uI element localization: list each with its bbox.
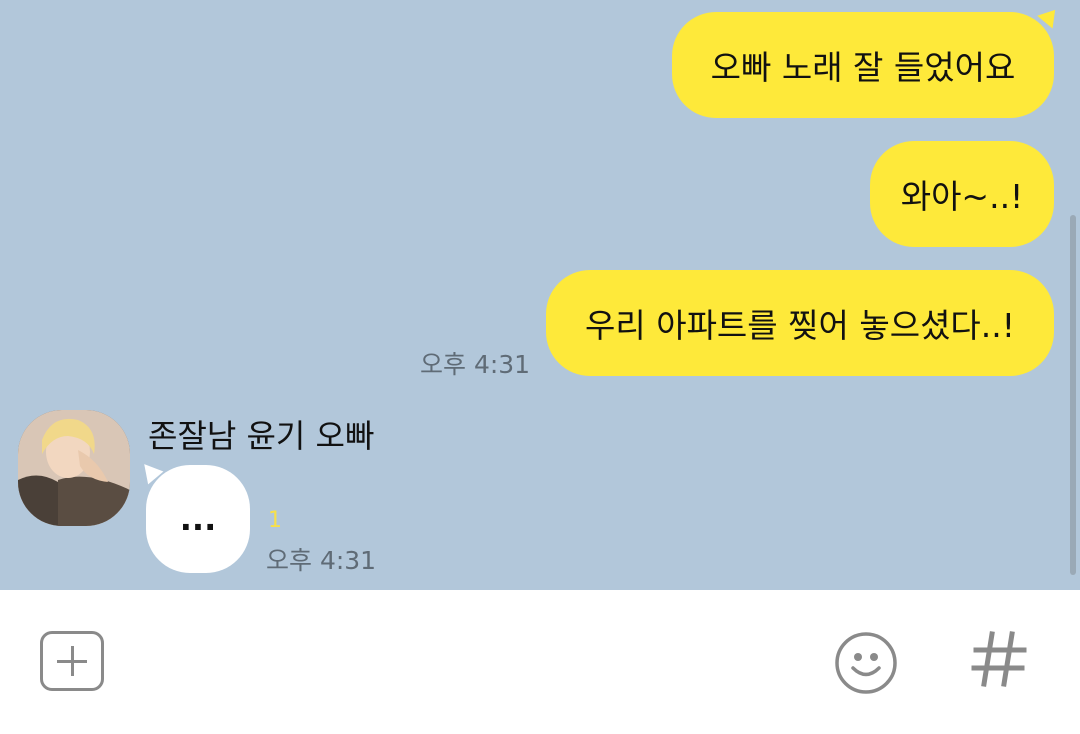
message-text: ... (179, 500, 217, 538)
hashtag-icon[interactable] (970, 628, 1030, 688)
message-bubble-out[interactable]: 와아~..! (870, 141, 1054, 247)
plus-icon[interactable] (40, 631, 104, 691)
emoji-icon[interactable] (834, 631, 898, 695)
message-bubble-out[interactable]: 우리 아파트를 찢어 놓으셨다..! (546, 270, 1054, 376)
message-text: 오빠 노래 잘 들었어요 (710, 48, 1016, 87)
scrollbar[interactable] (1070, 215, 1076, 575)
message-bubble-in[interactable]: ... (146, 465, 250, 573)
message-text: 와아~..! (900, 177, 1024, 216)
input-bar[interactable] (0, 590, 1080, 734)
avatar[interactable] (18, 410, 130, 526)
sender-name: 존잘남 윤기 오빠 (148, 417, 375, 455)
message-text: 우리 아파트를 찢어 놓으셨다..! (585, 306, 1015, 345)
message-bubble-out[interactable]: 오빠 노래 잘 들었어요 (672, 12, 1054, 118)
unread-count: 1 (268, 508, 282, 533)
message-time: 오후 4:31 (420, 350, 531, 379)
chat-area[interactable]: 오빠 노래 잘 들었어요 와아~..! 우리 아파트를 찢어 놓으셨다..! 오… (0, 0, 1080, 590)
message-time: 오후 4:31 (266, 546, 377, 575)
